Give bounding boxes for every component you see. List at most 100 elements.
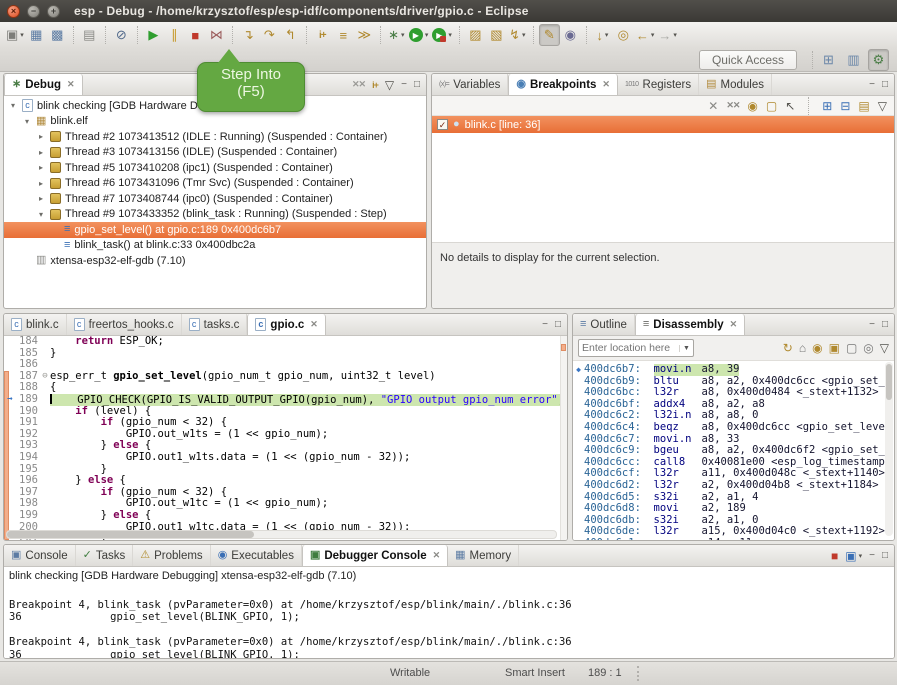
debug-tree-row[interactable]: ▸Thread #3 1073413156 (IDLE) (Suspended … [4, 145, 426, 161]
minimize-view-icon[interactable]: − [869, 550, 875, 561]
fold-collapse-icon[interactable]: ⊖ [40, 371, 50, 383]
tab-console[interactable]: ▣Console [4, 545, 76, 566]
disassembly-vertical-scrollbar[interactable] [885, 362, 893, 536]
debug-tree-row[interactable]: ≡blink_task() at blink.c:33 0x400dbc2a [4, 238, 426, 254]
pin-editor-icon[interactable]: ◎ [613, 24, 634, 46]
view-menu-icon[interactable]: ▽ [880, 341, 889, 355]
tree-expander-icon[interactable]: ▾ [8, 101, 18, 110]
tab-registers[interactable]: 1010Registers [618, 74, 699, 95]
close-icon[interactable]: ✕ [433, 550, 441, 561]
view-menu-icon[interactable]: ▽ [385, 78, 394, 92]
tab-memory[interactable]: ▦Memory [448, 545, 519, 566]
editor-line[interactable]: →189 GPIO_CHECK(GPIO_IS_VALID_OUTPUT_GPI… [4, 394, 567, 406]
scrollbar-thumb[interactable] [7, 531, 254, 538]
close-icon[interactable]: ✕ [602, 79, 610, 90]
maximize-view-icon[interactable]: □ [882, 550, 888, 561]
expand-all-icon[interactable]: ⊞ [822, 99, 832, 113]
home-icon[interactable]: ⌂ [799, 341, 806, 355]
group-by-icon[interactable]: ▤ [858, 99, 869, 113]
tab-breakpoints[interactable]: ◉Breakpoints✕ [508, 74, 618, 95]
debug-dropdown-icon[interactable]: ∗▾ [386, 24, 407, 46]
tab-modules[interactable]: ▤Modules [699, 74, 772, 95]
editor-line[interactable]: 187⊖esp_err_t gpio_set_level(gpio_num_t … [4, 371, 567, 383]
editor-content[interactable]: 184 return ESP_OK;185}186187⊖esp_err_t g… [4, 336, 567, 540]
debug-tree-row[interactable]: ▸Thread #7 1073408744 (ipc0) (Suspended … [4, 191, 426, 207]
disconnect-icon[interactable]: ⋈ [206, 24, 227, 46]
editor-line[interactable]: 198 GPIO.out_w1tc = (1 << gpio_num); [4, 498, 567, 510]
collapse-all-icon[interactable]: ⊟ [840, 99, 850, 113]
remove-all-breakpoints-icon[interactable]: ✕✕ [726, 100, 739, 111]
tree-expander-icon[interactable]: ▸ [36, 132, 46, 141]
refresh-icon[interactable]: ↻ [783, 341, 793, 355]
instruction-stepping-icon[interactable]: i+ [312, 24, 333, 46]
close-icon[interactable]: ✕ [67, 79, 75, 90]
close-icon[interactable]: ✕ [310, 319, 318, 330]
minimize-view-icon[interactable]: − [401, 79, 407, 90]
tree-expander-icon[interactable]: ▸ [36, 148, 46, 157]
editor-line[interactable]: 186 [4, 359, 567, 371]
cpp-perspective-icon[interactable]: ▥ [843, 49, 864, 71]
location-input[interactable] [579, 342, 679, 354]
editor-line[interactable]: 197 if (gpio_num < 32) { [4, 487, 567, 499]
show-annotations-icon[interactable]: ◉ [560, 24, 581, 46]
tab-disassembly[interactable]: ≡Disassembly✕ [635, 314, 745, 335]
remove-terminated-icon[interactable]: ✕✕ [352, 79, 365, 90]
minimize-view-icon[interactable]: − [542, 319, 548, 330]
save-icon[interactable]: ▦ [26, 24, 47, 46]
breakpoint-checkbox[interactable]: ✓ [437, 119, 448, 130]
editor-line[interactable]: 195 } [4, 464, 567, 476]
open-project-icon[interactable]: ▨ [465, 24, 486, 46]
console-content[interactable]: blink checking [GDB Hardware Debugging] … [4, 567, 894, 658]
tab-debugger-console[interactable]: ▣Debugger Console✕ [302, 545, 448, 566]
editor-line[interactable]: 190 if (level) { [4, 406, 567, 418]
sync-context-icon[interactable]: ◉ [812, 341, 822, 355]
editor-line[interactable]: 193 } else { [4, 440, 567, 452]
editor-horizontal-scrollbar[interactable] [6, 530, 557, 539]
minimize-view-icon[interactable]: − [869, 319, 875, 330]
run-dropdown-icon[interactable]: ▶▾ [407, 24, 431, 46]
debug-tree-row[interactable]: ▾▦blink.elf [4, 114, 426, 130]
show-breakpoints-supported-icon[interactable]: ◉ [747, 99, 757, 113]
tab-tasks[interactable]: ✓Tasks [76, 545, 134, 566]
maximize-view-icon[interactable]: □ [555, 319, 561, 330]
editor-line[interactable]: 191 if (gpio_num < 32) { [4, 417, 567, 429]
minimize-button[interactable]: − [27, 5, 40, 18]
save-all-icon[interactable]: ▩ [47, 24, 68, 46]
last-edit-location-icon[interactable]: ↓▾ [592, 24, 613, 46]
import-icon[interactable]: ▧ [486, 24, 507, 46]
tree-expander-icon[interactable]: ▾ [22, 117, 32, 126]
debug-perspective-icon[interactable]: ⚙ [868, 49, 889, 71]
close-button[interactable]: × [7, 5, 20, 18]
open-new-view-icon[interactable]: ▢ [846, 341, 857, 355]
disassembly-listing[interactable]: ◆400dc6b7: movi.na8, 39400dc6b9: bltua8,… [573, 362, 894, 540]
tab-freertos-hooks-c[interactable]: cfreertos_hooks.c [67, 314, 182, 335]
quick-access-button[interactable]: Quick Access [699, 50, 797, 70]
maximize-view-icon[interactable]: □ [414, 79, 420, 90]
mark-occurrences-icon[interactable]: ✎ [539, 24, 560, 46]
editor-line[interactable]: 185} [4, 348, 567, 360]
open-perspective-icon[interactable]: ⊞ [818, 49, 839, 71]
back-icon[interactable]: ←▾ [634, 24, 657, 46]
external-tools-dropdown-icon[interactable]: ▶▾ [430, 24, 454, 46]
build-icon[interactable]: ▤ [79, 24, 100, 46]
tab-debug[interactable]: ∗Debug✕ [4, 74, 83, 95]
debug-tree-row[interactable]: ▥xtensa-esp32-elf-gdb (7.10) [4, 253, 426, 269]
terminate-icon[interactable]: ■ [185, 24, 206, 46]
minimize-view-icon[interactable]: − [869, 79, 875, 90]
tab-gpio-c[interactable]: cgpio.c✕ [247, 314, 325, 335]
show-threads-icon[interactable]: ≡ [333, 24, 354, 46]
tree-expander-icon[interactable]: ▸ [36, 179, 46, 188]
scrollbar-thumb[interactable] [886, 364, 892, 400]
editor-line[interactable]: 199 } else { [4, 510, 567, 522]
step-into-icon[interactable]: ↴ [238, 24, 259, 46]
skip-all-breakpoints-icon[interactable]: ⊘ [111, 24, 132, 46]
show-source-icon[interactable]: ▣ [829, 341, 840, 355]
editor-line[interactable]: 194 GPIO.out1_w1ts.data = (1 << (gpio_nu… [4, 452, 567, 464]
debug-tree-row[interactable]: ≡gpio_set_level() at gpio.c:189 0x400dc6… [4, 222, 426, 238]
view-menu-icon[interactable]: ▽ [878, 99, 887, 113]
debug-tree-row[interactable]: ▾Thread #9 1073433352 (blink_task : Runn… [4, 207, 426, 223]
remove-breakpoint-icon[interactable]: ✕ [708, 99, 718, 113]
resume-icon[interactable]: ▶ [143, 24, 164, 46]
editor-line[interactable]: 192 GPIO.out_w1ts = (1 << gpio_num); [4, 429, 567, 441]
debug-tree-row[interactable]: ▸Thread #6 1073431096 (Tmr Svc) (Suspend… [4, 176, 426, 192]
